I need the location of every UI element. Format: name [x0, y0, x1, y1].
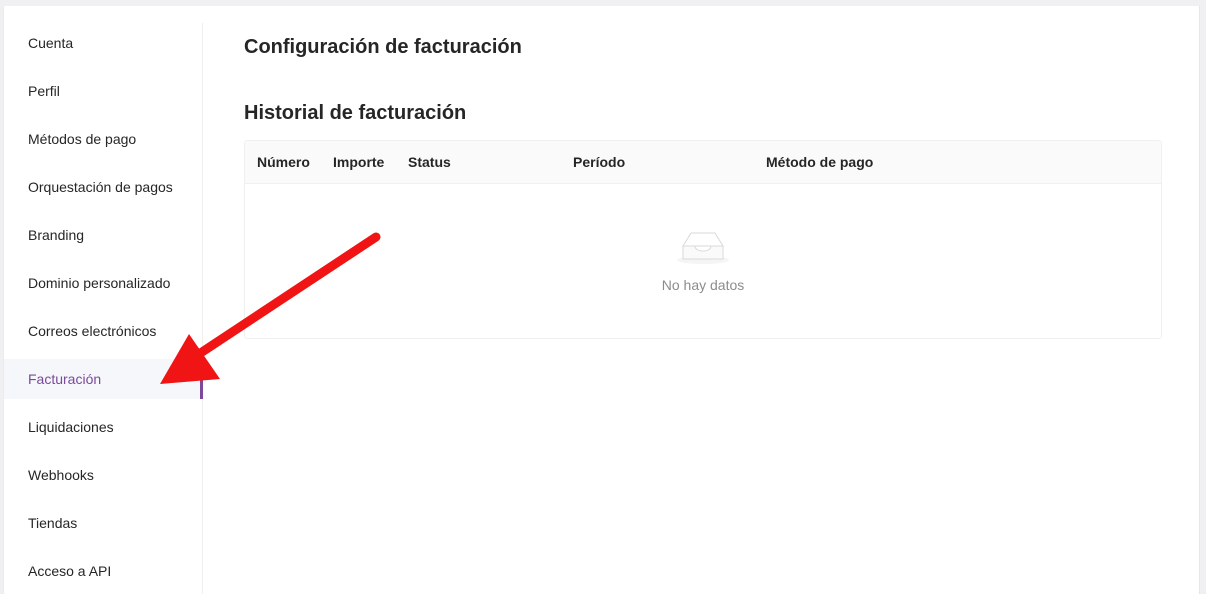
- sidebar-item-acceso-a-api[interactable]: Acceso a API: [4, 551, 202, 591]
- sidebar-item-facturacion[interactable]: Facturación: [4, 359, 203, 399]
- column-header-status: Status: [408, 154, 451, 170]
- settings-sidebar: Cuenta Perfil Métodos de pago Orquestaci…: [4, 23, 203, 594]
- sidebar-item-perfil[interactable]: Perfil: [4, 71, 202, 111]
- sidebar-item-label: Branding: [28, 227, 85, 243]
- empty-inbox-icon: [671, 224, 735, 266]
- sidebar-item-cuenta[interactable]: Cuenta: [4, 23, 202, 63]
- sidebar-item-label: Orquestación de pagos: [28, 179, 173, 195]
- sidebar-item-tiendas[interactable]: Tiendas: [4, 503, 202, 543]
- sidebar-item-label: Tiendas: [28, 515, 78, 531]
- sidebar-item-orquestacion-de-pagos[interactable]: Orquestación de pagos: [4, 167, 202, 207]
- page-title: Configuración de facturación: [244, 36, 522, 58]
- sidebar-item-label: Métodos de pago: [28, 131, 137, 147]
- sidebar-item-dominio-personalizado[interactable]: Dominio personalizado: [4, 263, 202, 303]
- table-header: Número Importe Status Período Método de …: [245, 141, 1161, 184]
- column-header-importe: Importe: [333, 154, 385, 170]
- column-header-metodo-de-pago: Método de pago: [766, 154, 874, 170]
- section-title: Historial de facturación: [244, 102, 467, 124]
- empty-state-text: No hay datos: [661, 277, 745, 293]
- sidebar-item-label: Perfil: [28, 83, 60, 99]
- empty-state: No hay datos: [245, 184, 1161, 338]
- sidebar-item-label: Liquidaciones: [28, 419, 114, 435]
- sidebar-item-branding[interactable]: Branding: [4, 215, 202, 255]
- sidebar-item-label: Webhooks: [28, 467, 94, 483]
- sidebar-item-label: Correos electrónicos: [28, 323, 157, 339]
- sidebar-item-webhooks[interactable]: Webhooks: [4, 455, 202, 495]
- sidebar-item-liquidaciones[interactable]: Liquidaciones: [4, 407, 202, 447]
- column-header-numero: Número: [257, 154, 310, 170]
- sidebar-item-label: Facturación: [28, 371, 102, 387]
- column-header-periodo: Período: [573, 154, 626, 170]
- main-content: Configuración de facturación Historial d…: [244, 6, 1162, 594]
- sidebar-item-correos-electronicos[interactable]: Correos electrónicos: [4, 311, 202, 351]
- sidebar-item-label: Cuenta: [28, 35, 74, 51]
- sidebar-item-metodos-de-pago[interactable]: Métodos de pago: [4, 119, 202, 159]
- billing-history-table: Número Importe Status Período Método de …: [244, 140, 1162, 339]
- app-frame: Cuenta Perfil Métodos de pago Orquestaci…: [3, 6, 1200, 594]
- sidebar-item-label: Dominio personalizado: [28, 275, 171, 291]
- sidebar-item-label: Acceso a API: [28, 563, 112, 579]
